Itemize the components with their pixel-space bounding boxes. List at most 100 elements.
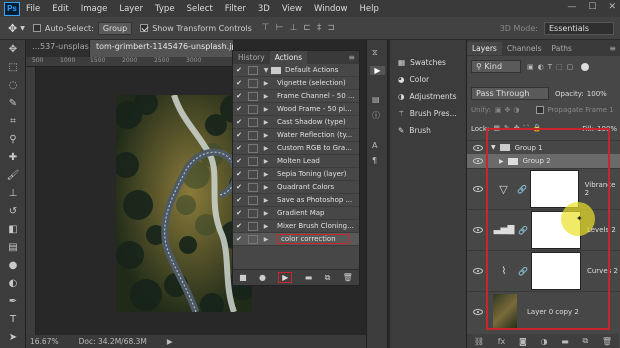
healing-tool-icon[interactable]: ✚ [0,148,26,166]
expand-icon[interactable]: ▶ [261,93,271,100]
dialog-toggle-icon[interactable] [248,156,258,166]
tab-layers[interactable]: Layers [467,41,502,55]
auto-select-dropdown[interactable]: Group [97,21,133,35]
dialog-toggle-icon[interactable] [248,104,258,114]
character-panel-icon[interactable]: A [372,141,382,150]
align-center-icon[interactable]: ‡ [317,23,322,33]
dialog-toggle-icon[interactable] [248,169,258,179]
check-icon[interactable]: ✔ [233,92,245,100]
blur-tool-icon[interactable]: ● [0,256,26,274]
menu-image[interactable]: Image [75,4,114,14]
menu-file[interactable]: File [20,4,46,14]
check-icon[interactable]: ✔ [233,209,245,217]
action-row[interactable]: ✔ ▶ Vignette (selection) [233,77,359,90]
crop-tool-icon[interactable]: ⌗ [0,112,26,130]
dialog-toggle-icon[interactable] [248,234,258,244]
menu-layer[interactable]: Layer [113,4,149,14]
type-tool-icon[interactable]: T [0,310,26,328]
check-icon[interactable]: ✔ [233,118,245,126]
action-row[interactable]: ✔ ▶ Wood Frame - 50 pi... [233,103,359,116]
menu-select[interactable]: Select [181,4,219,14]
delete-icon[interactable]: 🗑 [343,273,353,282]
link-layers-icon[interactable]: ⛓ [474,337,484,346]
dialog-toggle-icon[interactable] [248,221,258,231]
fx-icon[interactable]: fx [498,337,506,346]
eye-icon[interactable] [473,144,483,151]
action-set-row[interactable]: ✔ ▼ Default Actions [233,64,359,77]
move-tool-icon[interactable]: ✥ [0,40,26,58]
brush-panel-button[interactable]: ✎ Brush [390,122,466,139]
menu-help[interactable]: Help [354,4,385,14]
maximize-icon[interactable]: ☐ [588,2,596,12]
expand-icon[interactable]: ▶ [261,119,271,126]
marquee-tool-icon[interactable]: ⬚ [0,58,26,76]
dialog-toggle-icon[interactable] [248,208,258,218]
action-row[interactable]: ✔ ▶ Molten Lead [233,155,359,168]
lasso-tool-icon[interactable]: ◌ [0,76,26,94]
new-action-icon[interactable]: ⧉ [325,273,331,283]
action-row[interactable]: ✔ ▶ Gradient Map [233,207,359,220]
check-icon[interactable]: ✔ [233,144,245,152]
check-icon[interactable]: ✔ [233,131,245,139]
dodge-tool-icon[interactable]: ◐ [0,274,26,292]
eraser-tool-icon[interactable]: ◧ [0,220,26,238]
adjustments-panel-button[interactable]: ◑ Adjustments [390,88,466,105]
add-mask-icon[interactable]: ◙ [519,337,527,346]
expand-icon[interactable]: ▼ [261,67,271,74]
expand-icon[interactable]: ▶ [261,223,271,230]
properties-panel-icon[interactable]: ▤ [372,95,382,104]
zoom-level[interactable]: 16.67% [30,337,59,346]
move-tool-icon[interactable]: ✥ [8,22,17,35]
menu-filter[interactable]: Filter [219,4,252,14]
dialog-toggle-icon[interactable] [248,143,258,153]
new-layer-icon[interactable]: ⧉ [582,336,588,346]
panel-menu-icon[interactable]: ≡ [348,53,355,62]
tab-paths[interactable]: Paths [547,42,577,55]
expand-icon[interactable]: ▶ [261,80,271,87]
doc-tab-active[interactable]: tom-grimbert-1145476-unsplash.jpg [90,40,234,57]
filter-toggle-icon[interactable] [581,62,590,71]
new-adjustment-icon[interactable]: ◑ [541,337,548,346]
expand-icon[interactable]: ▶ [261,236,271,243]
expand-icon[interactable]: ▶ [261,184,271,191]
actions-panel-icon[interactable]: ▶ [370,66,385,75]
check-icon[interactable]: ✔ [233,183,245,191]
expand-icon[interactable]: ▶ [261,171,271,178]
expand-icon[interactable]: ▶ [261,132,271,139]
tab-actions[interactable]: Actions [269,51,308,64]
check-icon[interactable]: ✔ [233,79,245,87]
check-icon[interactable]: ✔ [233,196,245,204]
action-row[interactable]: ✔ ▶ Sepia Toning (layer) [233,168,359,181]
history-brush-tool-icon[interactable]: ↺ [0,202,26,220]
doc-tab[interactable]: …537-unsplash.jpg [26,40,90,57]
play-icon[interactable]: ▶ [278,272,293,283]
eye-icon[interactable] [473,268,483,274]
pen-tool-icon[interactable]: ✒ [0,292,26,310]
action-row[interactable]: ✔ ▶ Mixer Brush Cloning... [233,220,359,233]
action-row[interactable]: ✔ ▶ Water Reflection (ty... [233,129,359,142]
action-row[interactable]: ✔ ▶ Cast Shadow (type) [233,116,359,129]
panel-menu-icon[interactable]: ≡ [609,44,616,53]
menu-type[interactable]: Type [149,4,181,14]
dialog-toggle-icon[interactable] [248,182,258,192]
expand-icon[interactable]: ▶ [261,197,271,204]
dialog-toggle-icon[interactable] [248,117,258,127]
stop-icon[interactable]: ■ [239,273,247,282]
action-row[interactable]: ✔ ▶ Save as Photoshop ... [233,194,359,207]
kind-filter-dropdown[interactable]: ⚲ Kind [471,60,521,73]
auto-select-checkbox[interactable] [32,24,41,32]
history-panel-icon[interactable]: ⧖ [372,48,382,58]
eyedropper-tool-icon[interactable]: ⚲ [0,130,26,148]
eye-icon[interactable] [473,309,483,315]
brush-presets-panel-button[interactable]: ⚚ Brush Pres... [390,105,466,122]
expand-icon[interactable]: ▶ [261,145,271,152]
expand-icon[interactable]: ▶ [261,106,271,113]
new-set-icon[interactable]: ▬ [305,273,313,282]
expand-icon[interactable]: ▶ [261,158,271,165]
status-arrow-icon[interactable]: ▶ [167,337,173,346]
workspace-dropdown[interactable]: Essentials [544,21,614,35]
eye-icon[interactable] [473,227,483,233]
record-icon[interactable]: ● [259,273,266,282]
action-row[interactable]: ✔ ▶ Custom RGB to Gra... [233,142,359,155]
align-right-icon[interactable]: ⊐ [327,23,335,33]
